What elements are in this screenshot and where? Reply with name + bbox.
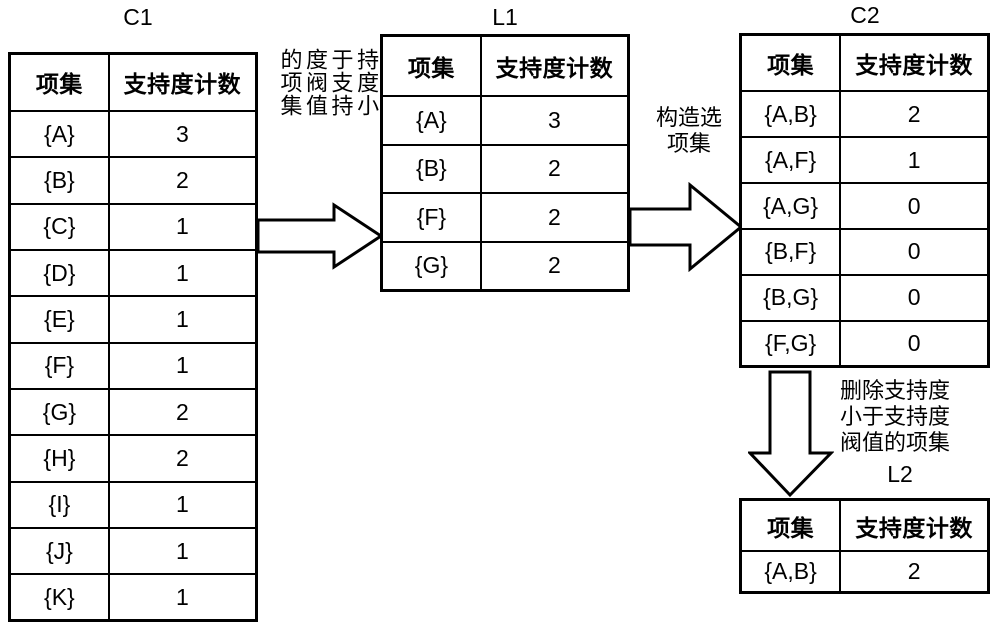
cell-count: 2 — [107, 387, 255, 437]
cell-count: 3 — [107, 109, 255, 159]
cell-count: 2 — [479, 143, 627, 195]
cell-count: 1 — [107, 295, 255, 344]
cell-count: 2 — [479, 240, 627, 289]
annotation-build-candidates: 构造选 项集 — [655, 105, 722, 156]
cell-count: 0 — [839, 319, 987, 365]
cell-itemset: {E} — [11, 295, 110, 344]
table-row: {B,F} 0 — [742, 227, 987, 276]
right-arrow-icon — [628, 182, 744, 272]
table-row: {B} 2 — [383, 143, 627, 195]
table-row: {K} 1 — [11, 573, 255, 619]
table-caption-c2: C2 — [850, 2, 880, 28]
table-row: {A} 3 — [383, 94, 627, 146]
cell-itemset: {B} — [11, 156, 110, 205]
cell-itemset: {G} — [383, 240, 482, 289]
annotation-prune-c2-to-l2: 删除支持度 小于支持度 阀值的项集 — [840, 378, 951, 455]
table-header-row: 项集 支持度计数 — [11, 55, 255, 112]
table-row: {A,F} 1 — [742, 136, 987, 185]
cell-itemset: {C} — [11, 202, 110, 251]
cell-count: 2 — [107, 434, 255, 483]
table-row: {B,G} 0 — [742, 273, 987, 322]
cell-count: 1 — [839, 136, 987, 185]
table-row: {C} 1 — [11, 202, 255, 251]
table-header-row: 项集 支持度计数 — [383, 37, 627, 97]
column-header-itemset: 项集 — [742, 36, 842, 93]
arrow-l1-to-c2 — [628, 182, 744, 272]
cell-count: 2 — [479, 192, 627, 243]
right-arrow-icon — [256, 202, 384, 270]
table-row: {E} 1 — [11, 295, 255, 344]
cell-itemset: {A} — [11, 109, 110, 159]
cell-count: 1 — [107, 573, 255, 619]
table-row: {F,G} 0 — [742, 319, 987, 365]
cell-itemset: {A} — [383, 94, 482, 146]
cell-itemset: {A,B} — [742, 550, 842, 591]
cell-itemset: {D} — [11, 248, 110, 298]
table-caption-l1: L1 — [492, 4, 518, 30]
table-row: {F} 2 — [383, 192, 627, 243]
cell-itemset: {A,F} — [742, 136, 842, 185]
table-row: {F} 1 — [11, 341, 255, 390]
table-row: {D} 1 — [11, 248, 255, 298]
table-caption-l2: L2 — [887, 461, 913, 487]
cell-count: 2 — [107, 156, 255, 205]
arrow-c2-to-l2 — [748, 370, 834, 498]
cell-itemset: {B} — [383, 143, 482, 195]
table-row: {H} 2 — [11, 434, 255, 483]
cell-count: 0 — [839, 273, 987, 322]
table-l2: 项集 支持度计数 {A,B} 2 — [739, 498, 990, 594]
table-row: {A,B} 2 — [742, 90, 987, 139]
cell-count: 1 — [107, 526, 255, 576]
column-header-itemset: 项集 — [742, 501, 842, 552]
arrow-c1-to-l1 — [256, 202, 384, 270]
cell-itemset: {G} — [11, 387, 110, 437]
table-header-row: 项集 支持度计数 — [742, 501, 987, 552]
cell-count: 0 — [839, 227, 987, 276]
column-header-support-count: 支持度计数 — [107, 55, 255, 112]
table-c2: 项集 支持度计数 {A,B} 2 {A,F} 1 {A,G} 0 {B,F} 0… — [739, 33, 990, 368]
table-row: {G} 2 — [383, 240, 627, 289]
cell-count: 1 — [107, 248, 255, 298]
down-arrow-icon — [748, 370, 834, 498]
cell-itemset: {F,G} — [742, 319, 842, 365]
table-caption-c1: C1 — [123, 4, 153, 30]
column-header-itemset: 项集 — [383, 37, 482, 97]
cell-count: 1 — [107, 202, 255, 251]
cell-itemset: {B,F} — [742, 227, 842, 276]
cell-itemset: {I} — [11, 480, 110, 529]
table-row: {B} 2 — [11, 156, 255, 205]
cell-count: 2 — [839, 550, 987, 591]
table-row: {I} 1 — [11, 480, 255, 529]
cell-itemset: {A,B} — [742, 90, 842, 139]
cell-count: 1 — [107, 480, 255, 529]
table-row: {A,G} 0 — [742, 182, 987, 230]
cell-itemset: {F} — [11, 341, 110, 390]
cell-itemset: {H} — [11, 434, 110, 483]
cell-count: 2 — [839, 90, 987, 139]
table-c1: 项集 支持度计数 {A} 3 {B} 2 {C} 1 {D} 1 {E} 1 {… — [8, 52, 258, 622]
cell-count: 1 — [107, 341, 255, 390]
cell-itemset: {K} — [11, 573, 110, 619]
table-row: {A,B} 2 — [742, 550, 987, 591]
column-header-itemset: 项集 — [11, 55, 110, 112]
cell-count: 3 — [479, 94, 627, 146]
cell-itemset: {F} — [383, 192, 482, 243]
apriori-flow-diagram: C1 项集 支持度计数 {A} 3 {B} 2 {C} 1 {D} 1 {E} … — [0, 0, 1000, 630]
column-header-support-count: 支持度计数 — [839, 36, 987, 93]
table-row: {J} 1 — [11, 526, 255, 576]
cell-count: 0 — [839, 182, 987, 230]
column-header-support-count: 支持度计数 — [839, 501, 987, 552]
table-header-row: 项集 支持度计数 — [742, 36, 987, 93]
cell-itemset: {J} — [11, 526, 110, 576]
table-row: {G} 2 — [11, 387, 255, 437]
cell-itemset: {B,G} — [742, 273, 842, 322]
table-row: {A} 3 — [11, 109, 255, 159]
column-header-support-count: 支持度计数 — [479, 37, 627, 97]
table-l1: 项集 支持度计数 {A} 3 {B} 2 {F} 2 {G} 2 — [380, 34, 630, 292]
cell-itemset: {A,G} — [742, 182, 842, 230]
